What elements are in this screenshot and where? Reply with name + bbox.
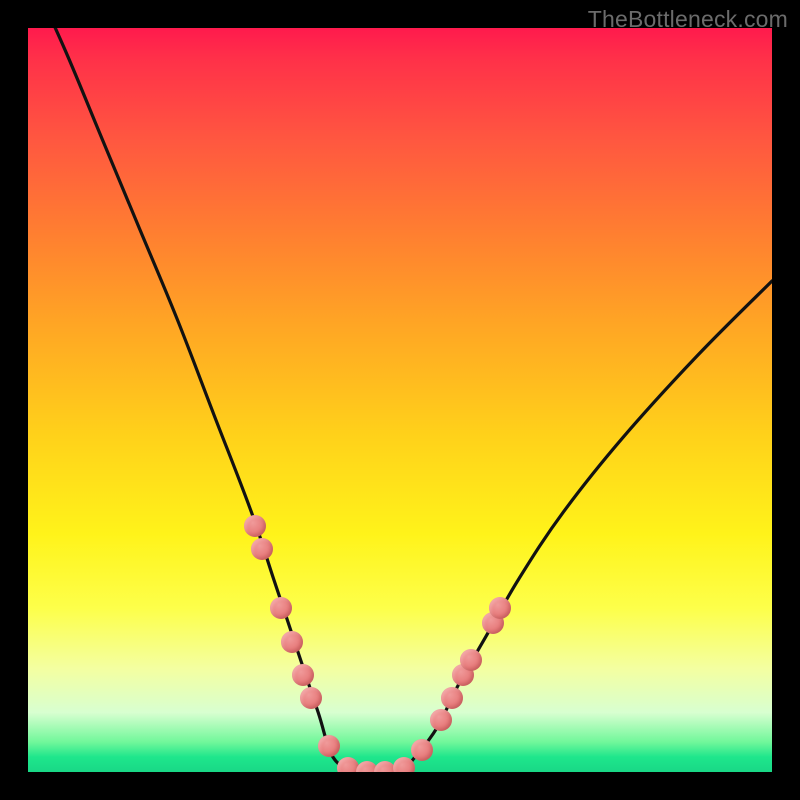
data-marker (300, 687, 322, 709)
data-marker (430, 709, 452, 731)
data-marker (460, 649, 482, 671)
data-marker (411, 739, 433, 761)
bottleneck-curve (28, 28, 772, 772)
plot-area (28, 28, 772, 772)
data-marker (441, 687, 463, 709)
watermark-text: TheBottleneck.com (588, 6, 788, 33)
data-marker (393, 757, 415, 772)
chart-frame: TheBottleneck.com (0, 0, 800, 800)
data-marker (251, 538, 273, 560)
data-marker (281, 631, 303, 653)
